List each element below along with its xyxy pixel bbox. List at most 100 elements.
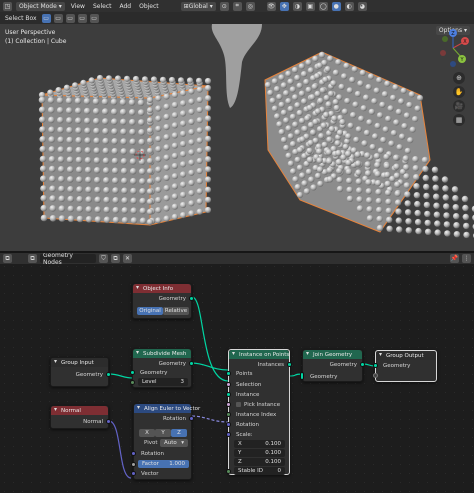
object-info-original-button[interactable]: Original (137, 307, 163, 315)
join-geometry-output-socket[interactable] (360, 362, 365, 367)
shading-solid-icon[interactable]: ● (331, 1, 341, 11)
node-align-euler-header[interactable]: Align Euler to Vector (134, 404, 200, 413)
node-group-output-header[interactable]: Group Output (376, 351, 436, 360)
xray-icon[interactable]: ▣ (305, 1, 315, 11)
navigation-gizmo[interactable]: X Y Z (436, 28, 470, 68)
align-euler-rotation-output-socket[interactable] (189, 416, 194, 421)
node-group-input-header[interactable]: Group Input (51, 358, 108, 367)
editor-type-icon[interactable]: ◳ (3, 1, 12, 11)
object-info-geometry-socket[interactable] (189, 296, 194, 301)
sphere-instance (432, 184, 439, 191)
sphere-instance (336, 167, 343, 175)
node-subdivide-mesh[interactable]: Subdivide Mesh Geometry Geometry Level 3 (130, 348, 194, 388)
select-invert-icon[interactable]: ▭ (77, 13, 87, 23)
normal-output-socket[interactable] (106, 419, 111, 424)
select-new-icon[interactable]: ▭ (41, 13, 51, 23)
zoom-icon[interactable]: ⊕ (453, 72, 465, 84)
sphere-instance (341, 108, 348, 115)
overlay-toggle-icon[interactable]: ◑ (292, 1, 302, 11)
sphere-instance (85, 206, 93, 213)
instance-on-points-pick-instance[interactable]: Pick Instance (236, 400, 280, 409)
visibility-icon[interactable]: 👁 (266, 1, 276, 11)
node-group-output[interactable]: Group Output Geometry (373, 350, 437, 382)
node-instance-on-points-header[interactable]: Instance on Points (229, 350, 289, 359)
stable-id-field[interactable]: Stable ID 0 (234, 467, 285, 475)
select-intersect-icon[interactable]: ▭ (89, 13, 99, 23)
menu-view[interactable]: View (69, 3, 87, 10)
align-euler-pivot-dropdown[interactable]: Auto ▾ (160, 439, 188, 447)
instance-on-points-instance-socket[interactable] (226, 392, 231, 397)
shading-wire-icon[interactable]: ◯ (318, 1, 328, 11)
sphere-instance (296, 82, 303, 89)
align-euler-factor-socket[interactable] (131, 462, 136, 467)
gizmo-neg-x[interactable] (440, 50, 446, 56)
sphere-instance (163, 144, 170, 151)
node-join-geometry-header[interactable]: Join Geometry (303, 350, 362, 359)
instance-on-points-selection-socket[interactable] (226, 382, 231, 387)
align-euler-rotation-input-socket[interactable] (131, 451, 136, 456)
align-euler-axis-y[interactable]: Y (155, 429, 171, 437)
stable-id-socket[interactable] (226, 469, 231, 474)
gizmo-neg-y[interactable] (442, 36, 448, 42)
align-euler-axis-z[interactable]: Z (171, 429, 187, 437)
node-join-geometry[interactable]: Join Geometry Geometry Geometry (300, 349, 365, 382)
proportional-edit-icon[interactable]: ◎ (245, 1, 255, 11)
scale-z-field[interactable]: Z 0.100 (234, 458, 285, 466)
pan-hand-icon[interactable]: ✋ (453, 86, 465, 98)
group-input-geometry-socket[interactable] (106, 372, 111, 377)
subdivide-geometry-output-socket[interactable] (189, 361, 194, 366)
node-normal-header[interactable]: Normal (51, 406, 108, 415)
hanging-object[interactable] (211, 24, 262, 108)
instance-on-points-instances-socket[interactable] (287, 362, 292, 367)
align-euler-axis-x[interactable]: X (139, 429, 155, 437)
ortho-grid-icon[interactable]: ▦ (453, 114, 465, 126)
pivot-icon[interactable]: ⊙ (219, 1, 229, 11)
subdivide-level-field[interactable]: Level 3 (138, 378, 188, 386)
sphere-instance (83, 98, 91, 105)
scale-socket[interactable] (226, 432, 231, 437)
menu-select[interactable]: Select (91, 3, 114, 10)
transform-orientation-dropdown[interactable]: ⊞ Global ▾ (180, 1, 216, 11)
camera-view-icon[interactable]: 🎥 (453, 100, 465, 112)
shading-rendered-icon[interactable]: ◕ (357, 1, 367, 11)
menu-object[interactable]: Object (137, 3, 161, 10)
scale-y-field[interactable]: Y 0.100 (234, 449, 285, 457)
scale-x-field[interactable]: X 0.100 (234, 440, 285, 448)
node-group-input[interactable]: Group Input Geometry (50, 357, 111, 387)
node-align-euler-to-vector[interactable]: Align Euler to Vector Rotation X Y Z Piv… (131, 403, 200, 480)
select-subtract-icon[interactable]: ▭ (65, 13, 75, 23)
subdivide-level-socket[interactable] (130, 380, 135, 385)
menu-add[interactable]: Add (117, 3, 133, 10)
cube-object[interactable] (38, 74, 212, 226)
object-info-relative-button[interactable]: Relative (163, 307, 189, 315)
sphere-instance (111, 118, 118, 125)
rotation-socket[interactable] (226, 422, 231, 427)
viewport-scene[interactable] (0, 24, 474, 251)
align-euler-factor-field[interactable]: Factor 1.000 (138, 460, 189, 468)
pick-instance-checkbox[interactable] (236, 402, 241, 407)
snap-icon[interactable]: ⌗ (232, 1, 242, 11)
instance-on-points-points-socket[interactable] (226, 371, 231, 376)
node-editor[interactable]: ⧉ ⧉ Geometry Nodes ⛉ ⧉ ✕ 📌 ⋮ Object Info… (0, 253, 474, 493)
node-object-info[interactable]: Object Info Geometry Original Relative (132, 283, 194, 319)
sphere-instance (111, 147, 119, 155)
3d-viewport[interactable]: ◳ Object Mode ▾ View Select Add Object ⊞… (0, 0, 474, 251)
node-instance-on-points[interactable]: Instance on Points Instances Points Sele… (226, 349, 292, 475)
shading-material-icon[interactable]: ◐ (344, 1, 354, 11)
sphere-instance (423, 192, 430, 200)
align-euler-vector-input-socket[interactable] (131, 471, 136, 476)
node-subdivide-mesh-header[interactable]: Subdivide Mesh (133, 349, 191, 358)
gizmo-toggle-icon[interactable]: ✥ (279, 1, 289, 11)
rotated-cube-object[interactable] (264, 51, 474, 241)
node-object-info-header[interactable]: Object Info (133, 284, 191, 293)
subdivide-geometry-input-socket[interactable] (130, 370, 135, 375)
pick-instance-socket[interactable] (226, 402, 231, 407)
select-extend-icon[interactable]: ▭ (53, 13, 63, 23)
gizmo-neg-z[interactable] (450, 61, 456, 67)
group-output-empty-socket[interactable] (373, 373, 378, 378)
node-normal[interactable]: Normal Normal (50, 405, 111, 429)
join-geometry-input-socket[interactable] (300, 372, 304, 380)
instance-index-socket[interactable] (226, 412, 231, 417)
group-output-geometry-socket[interactable] (373, 363, 378, 368)
mode-dropdown[interactable]: Object Mode ▾ (16, 1, 65, 11)
